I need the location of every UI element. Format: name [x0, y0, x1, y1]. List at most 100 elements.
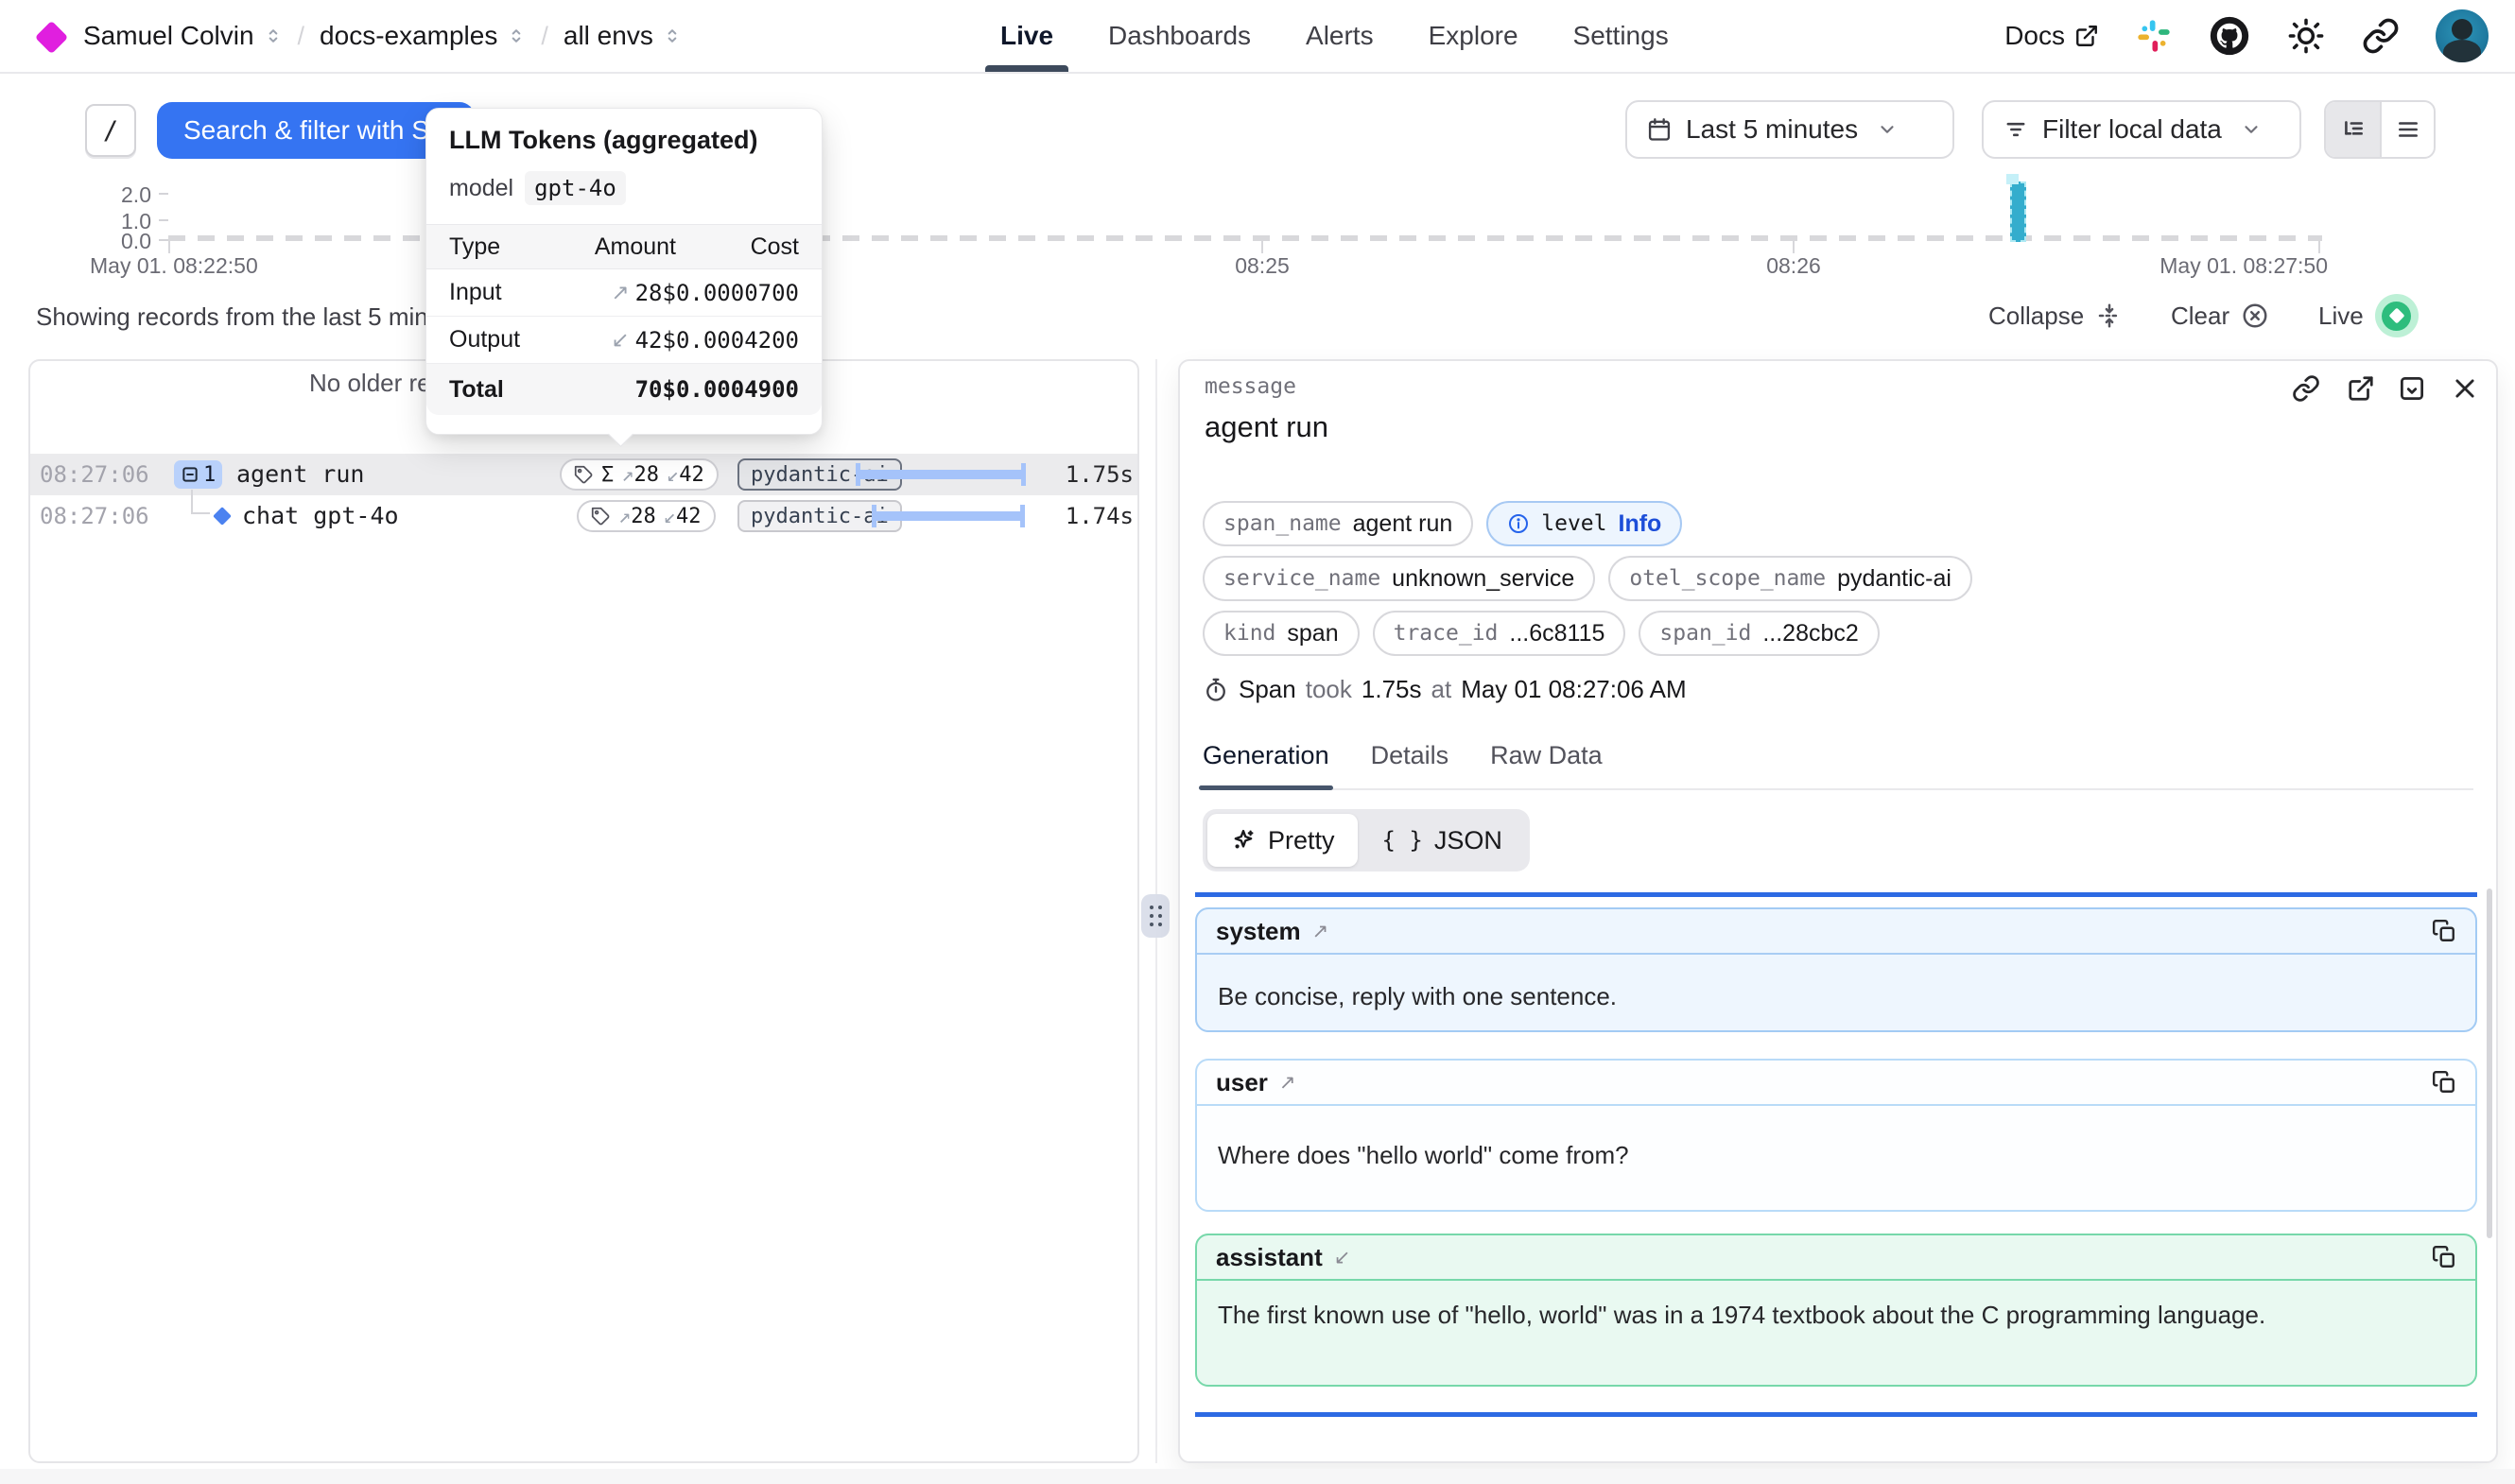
- collapse-label: Collapse: [1988, 302, 2084, 331]
- took-span-word: Span: [1239, 675, 1296, 704]
- x-axis-tick: [2318, 241, 2320, 253]
- y-axis-tick-label: 0.0: [95, 229, 151, 254]
- docs-link-label: Docs: [2004, 21, 2065, 51]
- span-name-label: chat gpt-4o: [242, 495, 399, 537]
- theme-toggle-icon[interactable]: [2286, 16, 2326, 56]
- duration-label: 1.74s: [1014, 495, 1134, 537]
- message-direction-icon: ↗: [1312, 920, 1329, 943]
- pill-span-id[interactable]: span_id ...28cbc2: [1639, 611, 1879, 656]
- output-tokens: 42: [676, 505, 702, 528]
- tokens-table-header: Type Amount Cost: [426, 224, 822, 269]
- nav-tab-explore[interactable]: Explore: [1429, 0, 1518, 72]
- attribute-pills-row: span_name agent run level Info: [1203, 501, 1682, 546]
- detail-tabs: Generation Details Raw Data: [1203, 735, 2473, 790]
- tab-generation[interactable]: Generation: [1203, 735, 1329, 788]
- nav-tab-settings-label: Settings: [1573, 21, 1669, 51]
- page-bottom-strip: [0, 1469, 2515, 1484]
- unfold-icon: [264, 26, 283, 45]
- span-duration-line: Span took 1.75s at May 01 08:27:06 AM: [1203, 675, 1687, 704]
- attribute-pills-row: kind span trace_id ...6c8115 span_id ...…: [1203, 611, 1880, 656]
- breadcrumb: Samuel Colvin / docs-examples / all envs: [83, 0, 682, 72]
- collapse-button[interactable]: Collapse: [1988, 297, 2124, 335]
- message-text: Be concise, reply with one sentence.: [1197, 955, 2475, 1032]
- nav-tab-dashboards[interactable]: Dashboards: [1108, 0, 1251, 72]
- x-axis-label: 08:25: [1215, 253, 1310, 279]
- info-icon: [1507, 512, 1530, 535]
- list-view-button[interactable]: [2380, 102, 2434, 157]
- pill-level[interactable]: level Info: [1486, 501, 1682, 546]
- docs-link[interactable]: Docs: [2004, 21, 2099, 51]
- detail-scrollbar[interactable]: [2487, 889, 2492, 1238]
- breadcrumb-env[interactable]: all envs: [564, 21, 682, 51]
- showing-records-label: Showing records from the last 5 minutes: [36, 302, 475, 332]
- span-diamond-icon: [213, 507, 232, 526]
- share-link-icon[interactable]: [2362, 17, 2400, 55]
- pill-otel-scope-name[interactable]: otel_scope_name pydantic-ai: [1608, 556, 1972, 601]
- time-range-dropdown[interactable]: Last 5 minutes: [1625, 100, 1954, 159]
- took-duration: 1.75s: [1362, 675, 1422, 704]
- open-in-new-icon[interactable]: [2345, 372, 2377, 405]
- braces-icon: { }: [1382, 827, 1423, 854]
- stopwatch-icon: [1203, 677, 1229, 703]
- nav-tab-alerts[interactable]: Alerts: [1306, 0, 1374, 72]
- live-toggle[interactable]: Live: [2318, 297, 2419, 335]
- collapse-children-badge[interactable]: 1: [174, 460, 222, 489]
- breadcrumb-project[interactable]: docs-examples: [320, 21, 526, 51]
- input-tokens: 28: [631, 505, 656, 528]
- pretty-toggle-button[interactable]: Pretty: [1207, 814, 1358, 867]
- sparkle-icon: [1230, 827, 1257, 854]
- tree-view-icon: [2341, 117, 2366, 142]
- pill-kind[interactable]: kind span: [1203, 611, 1360, 656]
- clear-button[interactable]: Clear: [2171, 297, 2269, 335]
- filter-local-data-label: Filter local data: [2042, 114, 2222, 145]
- nav-tab-dashboards-label: Dashboards: [1108, 21, 1251, 51]
- panel-resize-handle[interactable]: [1141, 894, 1170, 938]
- json-toggle-button[interactable]: { } JSON: [1360, 814, 1525, 867]
- tab-details[interactable]: Details: [1371, 735, 1449, 788]
- pill-trace-id[interactable]: trace_id ...6c8115: [1373, 611, 1626, 656]
- trace-row-agent-run[interactable]: 08:27:06 1 agent run Σ ↗28 ↙42 pydantic-…: [30, 454, 1137, 495]
- tree-view-button[interactable]: [2326, 102, 2380, 157]
- row-amount: 70: [635, 376, 663, 403]
- input-arrow-icon: ↗: [611, 280, 629, 305]
- close-panel-icon[interactable]: [2449, 372, 2481, 405]
- tab-raw-data[interactable]: Raw Data: [1490, 735, 1603, 788]
- input-tokens: 28: [634, 463, 660, 487]
- user-avatar[interactable]: [2436, 9, 2489, 62]
- trace-row-chat-gpt-4o[interactable]: 08:27:06 chat gpt-4o ↗28 ↙42 pydantic-ai…: [30, 495, 1137, 537]
- copy-icon[interactable]: [2432, 919, 2456, 943]
- copy-icon[interactable]: [2432, 1245, 2456, 1269]
- json-label: JSON: [1434, 826, 1502, 855]
- drag-dots-icon: [1150, 906, 1162, 926]
- row-amount: 28: [635, 280, 663, 306]
- pill-value: Info: [1619, 510, 1662, 538]
- token-counts-pill[interactable]: ↗28 ↙42: [577, 500, 716, 532]
- copy-link-icon[interactable]: [2290, 372, 2322, 405]
- pill-key: span_name: [1223, 511, 1342, 536]
- nav-tab-live[interactable]: Live: [1000, 0, 1053, 72]
- filter-local-data-dropdown[interactable]: Filter local data: [1982, 100, 2301, 159]
- nav-tab-settings[interactable]: Settings: [1573, 0, 1669, 72]
- record-kind-label: message: [1205, 374, 1296, 399]
- dock-panel-icon[interactable]: [2396, 372, 2428, 405]
- breadcrumb-org[interactable]: Samuel Colvin: [83, 21, 283, 51]
- tokens-table: Type Amount Cost Input ↗28 $0.0000700 Ou…: [426, 224, 822, 415]
- model-key-label: model: [449, 175, 513, 202]
- row-cost: $0.0004200: [663, 327, 800, 354]
- message-card-system: system ↗ Be concise, reply with one sent…: [1195, 907, 2477, 1032]
- pill-span-name[interactable]: span_name agent run: [1203, 501, 1473, 546]
- chart-bar-selected[interactable]: [2010, 181, 2026, 242]
- github-icon[interactable]: [2209, 15, 2250, 57]
- copy-icon[interactable]: [2432, 1070, 2456, 1095]
- tag-icon: [591, 507, 611, 526]
- live-label: Live: [2318, 302, 2364, 331]
- message-header: user ↗: [1197, 1061, 2475, 1106]
- slack-icon[interactable]: [2135, 17, 2173, 55]
- took-word: took: [1306, 675, 1352, 704]
- span-title: agent run: [1205, 410, 1328, 444]
- collapse-box-icon: [181, 465, 199, 484]
- time-range-label: Last 5 minutes: [1686, 114, 1858, 145]
- token-counts-pill[interactable]: Σ ↗28 ↙42: [560, 458, 719, 491]
- pill-service-name[interactable]: service_name unknown_service: [1203, 556, 1595, 601]
- trace-row-timestamp: 08:27:06: [40, 495, 149, 537]
